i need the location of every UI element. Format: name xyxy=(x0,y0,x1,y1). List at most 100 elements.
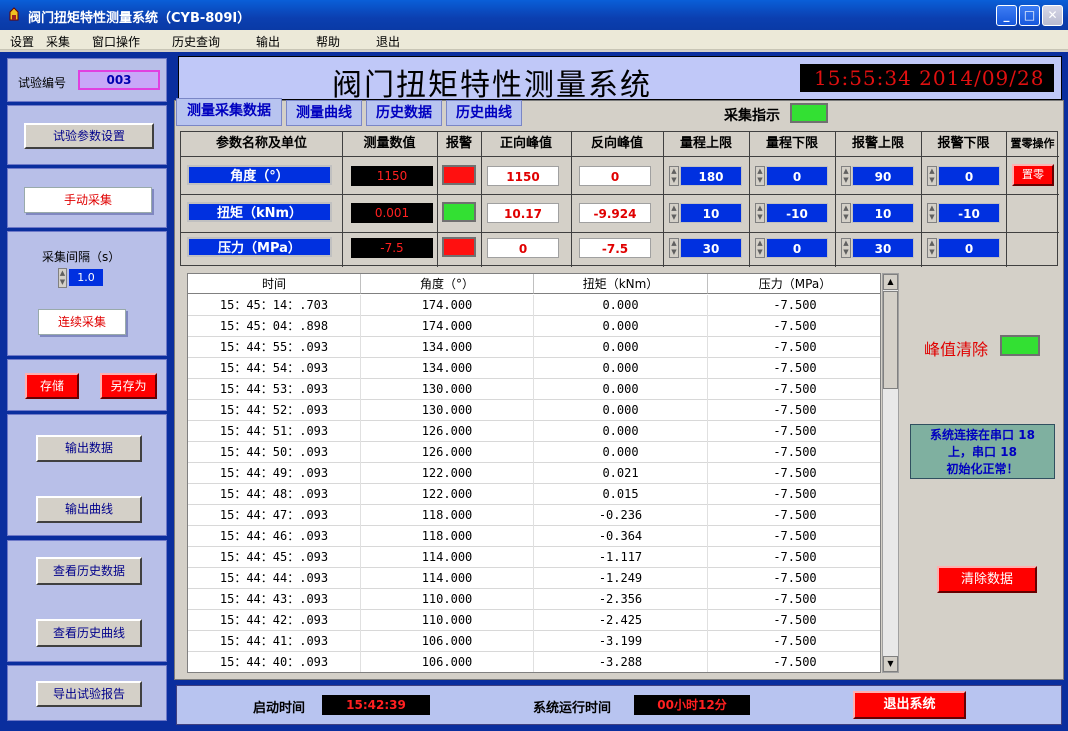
alarm-led-torque xyxy=(442,202,476,222)
view-history-data-button[interactable]: 查看历史数据 xyxy=(36,557,142,585)
output-curve-button[interactable]: 输出曲线 xyxy=(36,496,142,523)
test-number-section: 试验编号 003 xyxy=(7,58,167,102)
table-cell: 122.000 xyxy=(361,463,534,484)
table-cell: 0.000 xyxy=(534,358,708,379)
view-history-curve-button[interactable]: 查看历史曲线 xyxy=(36,619,142,647)
menu-history[interactable]: 历史查询 xyxy=(172,33,220,50)
minimize-button[interactable]: _ xyxy=(996,5,1017,26)
table-cell: 15：44：46：.093 xyxy=(188,526,361,547)
grid-header-pressure[interactable]: 压力（MPa） xyxy=(708,274,880,294)
output-section: 输出数据 输出曲线 xyxy=(7,414,167,536)
range-lo-spinner-pressure[interactable]: ▲ ▼ xyxy=(755,238,765,258)
menu-window[interactable]: 窗口操作 xyxy=(92,33,140,50)
test-param-setting-button[interactable]: 试验参数设置 xyxy=(24,123,154,149)
menu-collect[interactable]: 采集 xyxy=(46,33,70,50)
export-report-button[interactable]: 导出试验报告 xyxy=(36,681,142,707)
clear-data-button[interactable]: 清除数据 xyxy=(937,566,1037,593)
table-cell: 126.000 xyxy=(361,442,534,463)
tab-history-data[interactable]: 历史数据 xyxy=(366,100,442,126)
grid-header-torque[interactable]: 扭矩（kNm） xyxy=(534,274,708,294)
report-section: 导出试验报告 xyxy=(7,665,167,721)
zero-button[interactable]: 置零 xyxy=(1012,164,1054,186)
col-header-zero: 置零操作 xyxy=(1010,137,1055,150)
range-hi-spinner-torque[interactable]: ▲ ▼ xyxy=(669,203,679,223)
alarm-hi-angle[interactable]: 90 xyxy=(852,166,914,186)
range-lo-angle[interactable]: 0 xyxy=(766,166,828,186)
start-time-label: 启动时间 xyxy=(253,701,306,716)
table-cell: -0.364 xyxy=(534,526,708,547)
table-cell: -7.500 xyxy=(773,382,817,396)
menu-output[interactable]: 输出 xyxy=(256,33,280,50)
tab-measure-data[interactable]: 测量采集数据 xyxy=(176,98,282,126)
range-lo-spinner-angle[interactable]: ▲ ▼ xyxy=(755,166,765,186)
grid-header-angle[interactable]: 角度（°） xyxy=(361,274,534,294)
alarm-lo-pressure[interactable]: 0 xyxy=(938,238,1000,258)
alarm-hi-pressure[interactable]: 30 xyxy=(852,238,914,258)
pos-peak-pressure: 0 xyxy=(487,238,559,258)
table-cell: 15：44：48：.093 xyxy=(188,484,361,505)
save-as-button[interactable]: 另存为 xyxy=(100,373,157,399)
alarm-lo-angle[interactable]: 0 xyxy=(938,166,1000,186)
range-hi-angle[interactable]: 180 xyxy=(680,166,742,186)
menu-settings[interactable]: 设置 xyxy=(10,33,34,50)
peak-clear-led[interactable] xyxy=(1000,335,1040,356)
clock-display: 15:55:34 2014/09/28 xyxy=(800,64,1054,92)
table-cell: -7.500 xyxy=(773,592,817,606)
alarm-hi-torque[interactable]: 10 xyxy=(852,203,914,223)
grid-header-time[interactable]: 时间 xyxy=(188,274,361,294)
range-lo-spinner-torque[interactable]: ▲ ▼ xyxy=(755,203,765,223)
interval-value[interactable]: 1.0 xyxy=(69,269,103,286)
scroll-down-arrow-icon[interactable]: ▼ xyxy=(883,656,898,672)
table-cell: -7.500 xyxy=(773,424,817,438)
range-hi-pressure[interactable]: 30 xyxy=(680,238,742,258)
scroll-up-arrow-icon[interactable]: ▲ xyxy=(883,274,898,290)
table-cell: 0.015 xyxy=(534,484,708,505)
range-hi-spinner-pressure[interactable]: ▲ ▼ xyxy=(669,238,679,258)
menu-exit[interactable]: 退出 xyxy=(376,33,400,50)
table-cell: 15：44：50：.093 xyxy=(188,442,361,463)
divider xyxy=(181,232,1059,233)
alarm-hi-spinner-torque[interactable]: ▲ ▼ xyxy=(841,203,851,223)
table-cell: 130.000 xyxy=(361,379,534,400)
history-section: 查看历史数据 查看历史曲线 xyxy=(7,540,167,662)
table-cell: 106.000 xyxy=(361,652,534,672)
table-cell: 15：44：41：.093 xyxy=(188,631,361,652)
alarm-lo-spinner-torque[interactable]: ▲ ▼ xyxy=(927,203,937,223)
output-data-button[interactable]: 输出数据 xyxy=(36,435,142,462)
table-cell: 114.000 xyxy=(361,568,534,589)
range-hi-spinner-angle[interactable]: ▲ ▼ xyxy=(669,166,679,186)
alarm-lo-spinner-angle[interactable]: ▲ ▼ xyxy=(927,166,937,186)
range-hi-torque[interactable]: 10 xyxy=(680,203,742,223)
scroll-thumb[interactable] xyxy=(883,291,898,389)
table-cell: -7.500 xyxy=(773,613,817,627)
alarm-lo-spinner-pressure[interactable]: ▲ ▼ xyxy=(927,238,937,258)
table-cell: 130.000 xyxy=(361,400,534,421)
table-cell: 15：44：54：.093 xyxy=(188,358,361,379)
interval-spinner[interactable]: ▲ ▼ xyxy=(58,268,67,288)
table-cell: -7.500 xyxy=(773,508,817,522)
tab-history-curve[interactable]: 历史曲线 xyxy=(446,100,522,126)
grid-scrollbar[interactable]: ▲ ▼ xyxy=(882,273,899,673)
maximize-button[interactable]: □ xyxy=(1019,5,1040,26)
table-cell: 134.000 xyxy=(361,358,534,379)
range-lo-pressure[interactable]: 0 xyxy=(766,238,828,258)
test-number-field[interactable]: 003 xyxy=(78,70,160,90)
save-button[interactable]: 存储 xyxy=(25,373,79,399)
data-grid[interactable]: 时间 角度（°） 扭矩（kNm） 压力（MPa） 15：45：14：.703 17… xyxy=(187,273,881,673)
alarm-hi-spinner-angle[interactable]: ▲ ▼ xyxy=(841,166,851,186)
menu-bar: 设置 采集 窗口操作 历史查询 输出 帮助 退出 xyxy=(0,30,1068,50)
peak-clear-label: 峰值清除 xyxy=(924,340,989,359)
alarm-lo-torque[interactable]: -10 xyxy=(938,203,1000,223)
close-button[interactable]: ✕ xyxy=(1042,5,1063,26)
exit-system-button[interactable]: 退出系统 xyxy=(853,691,966,719)
table-cell: -1.117 xyxy=(534,547,708,568)
alarm-hi-spinner-pressure[interactable]: ▲ ▼ xyxy=(841,238,851,258)
bottom-bar: 启动时间 15:42:39 系统运行时间 00小时12分 退出系统 xyxy=(176,685,1062,725)
table-cell: -7.500 xyxy=(773,655,817,669)
col-header-alarm: 报警 xyxy=(445,136,472,151)
menu-help[interactable]: 帮助 xyxy=(316,33,340,50)
manual-collect-button[interactable]: 手动采集 xyxy=(24,187,152,213)
range-lo-torque[interactable]: -10 xyxy=(766,203,828,223)
continuous-collect-button[interactable]: 连续采集 xyxy=(38,309,126,335)
tab-measure-curve[interactable]: 测量曲线 xyxy=(286,100,362,126)
